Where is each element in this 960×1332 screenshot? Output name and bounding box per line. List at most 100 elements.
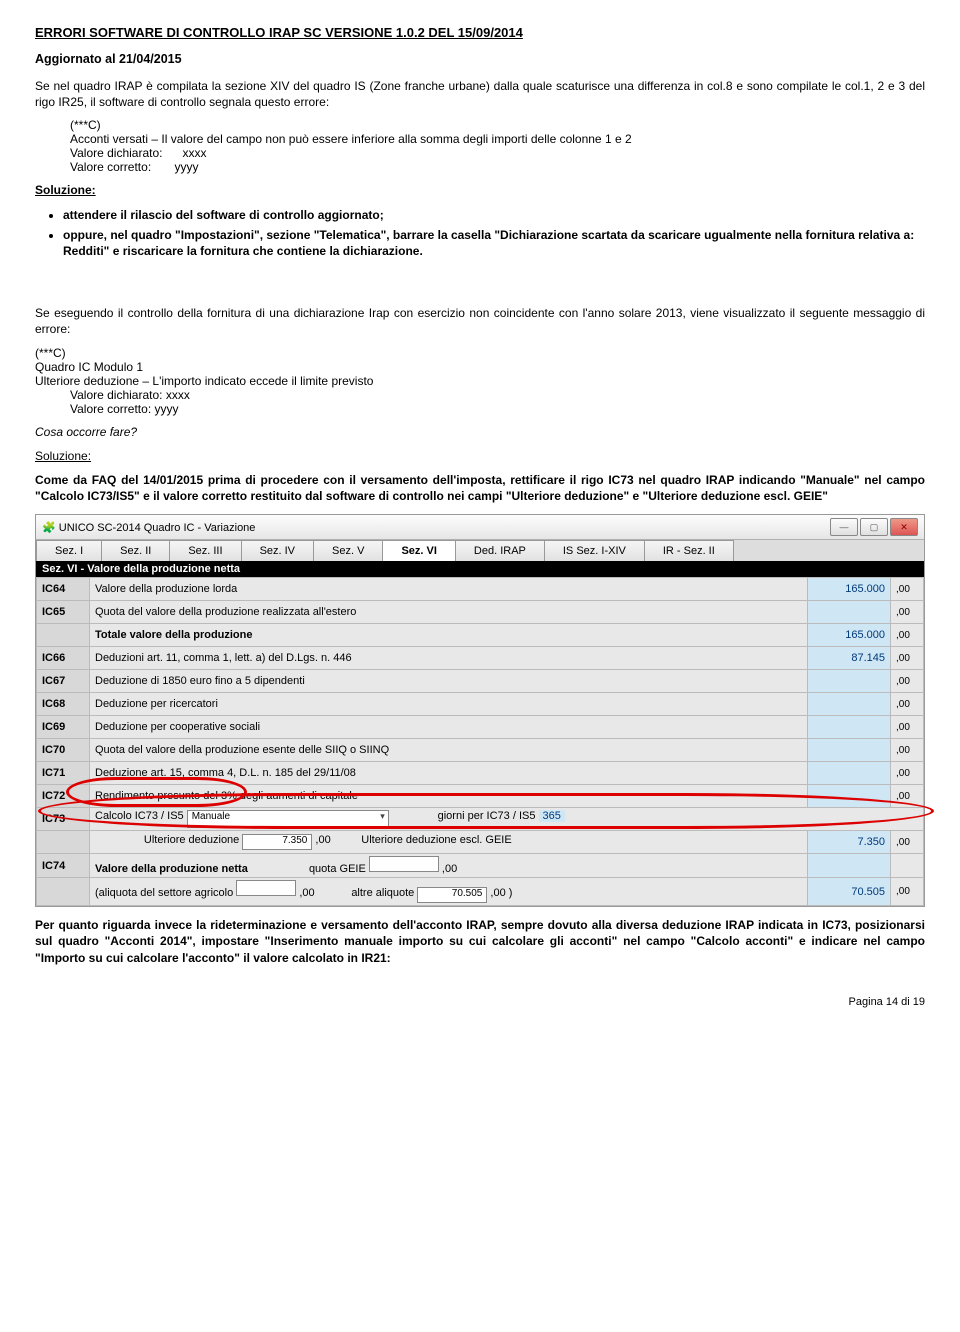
empty: [808, 854, 891, 878]
tab-bar: Sez. ISez. IISez. IIISez. IVSez. VSez. V…: [36, 540, 924, 561]
error-block-1: (***C) Acconti versati – Il valore del c…: [70, 118, 925, 174]
row-value[interactable]: [808, 601, 891, 624]
row-dec: ,00: [891, 601, 924, 624]
ic73-calc-row: Calcolo IC73 / IS5 Manuale giorni per IC…: [90, 808, 924, 831]
error-line: Ulteriore deduzione – L'importo indicato…: [35, 374, 925, 388]
soluzione-list-1: attendere il rilascio del software di co…: [63, 207, 925, 260]
error-line: Quadro IC Modulo 1: [35, 360, 925, 374]
table-row: IC65Quota del valore della produzione re…: [37, 601, 924, 624]
table-row: IC71Deduzione art. 15, comma 4, D.L. n. …: [37, 762, 924, 785]
giorni-label: giorni per IC73 / IS5: [438, 810, 536, 822]
row-value[interactable]: 165.000: [808, 624, 891, 647]
ult-ded-input[interactable]: 7.350: [242, 834, 312, 850]
cosa-occorre-fare: Cosa occorre fare?: [35, 424, 925, 440]
altre-aliq-input[interactable]: 70.505: [417, 887, 487, 903]
valore-dichiarato-value: xxxx: [183, 146, 207, 160]
row-label: Deduzione per ricercatori: [90, 693, 808, 716]
error-block-2: (***C) Quadro IC Modulo 1 Ulteriore dedu…: [35, 346, 925, 416]
final-paragraph: Per quanto riguarda invece la ridetermin…: [35, 917, 925, 966]
valore-corretto-value: yyyy: [175, 160, 199, 174]
giorni-value[interactable]: 365: [539, 810, 565, 822]
row-label: Deduzione per cooperative sociali: [90, 716, 808, 739]
altre-aliq-label: altre aliquote: [351, 887, 414, 899]
tab-ir-sezii[interactable]: IR - Sez. II: [644, 540, 734, 561]
ic74-label: Valore della produzione netta quota GEIE…: [90, 854, 808, 878]
dec: ,00: [891, 831, 924, 854]
close-button[interactable]: ✕: [890, 518, 918, 536]
ult-ded-escl-label: Ulteriore deduzione escl. GEIE: [361, 834, 511, 846]
final-value[interactable]: 70.505: [808, 878, 891, 906]
minimize-button[interactable]: —: [830, 518, 858, 536]
row-value[interactable]: 87.145: [808, 647, 891, 670]
maximize-button[interactable]: ▢: [860, 518, 888, 536]
error-tag: (***C): [70, 118, 925, 132]
table-row: IC64Valore della produzione lorda165.000…: [37, 578, 924, 601]
empty: [37, 831, 90, 854]
section-header: Sez. VI - Valore della produzione netta: [36, 561, 924, 577]
app-window: 🧩 UNICO SC-2014 Quadro IC - Variazione —…: [35, 514, 925, 907]
table-row-ic73b: Ulteriore deduzione 7.350 ,00 Ulteriore …: [37, 831, 924, 854]
row-code: IC67: [37, 670, 90, 693]
empty: [891, 854, 924, 878]
row-value[interactable]: [808, 716, 891, 739]
quota-geie-label: quota GEIE: [309, 863, 366, 875]
valore-corretto: Valore corretto: yyyy: [70, 402, 925, 416]
aliq-agr-input[interactable]: [236, 880, 296, 896]
tab-dedirap[interactable]: Ded. IRAP: [455, 540, 545, 561]
data-grid: IC64Valore della produzione lorda165.000…: [36, 577, 924, 906]
row-dec: ,00: [891, 693, 924, 716]
table-row-ic73a: IC73Calcolo IC73 / IS5 Manuale giorni pe…: [37, 808, 924, 831]
quota-geie-input[interactable]: [369, 856, 439, 872]
calc-select[interactable]: Manuale: [187, 810, 389, 828]
valore-corretto-label: Valore corretto:: [70, 160, 151, 174]
soluzione-heading-1: Soluzione:: [35, 182, 925, 198]
row-value[interactable]: [808, 670, 891, 693]
row-value[interactable]: [808, 762, 891, 785]
calc-label: Calcolo IC73 / IS5: [95, 810, 184, 822]
row-code: [37, 624, 90, 647]
row-dec: ,00: [891, 624, 924, 647]
row-value[interactable]: [808, 693, 891, 716]
intro-paragraph-2: Se eseguendo il controllo della fornitur…: [35, 305, 925, 337]
row-code: IC74: [37, 854, 90, 878]
window-title: UNICO SC-2014 Quadro IC - Variazione: [59, 522, 256, 534]
intro-paragraph-1: Se nel quadro IRAP è compilata la sezion…: [35, 78, 925, 110]
document-title: ERRORI SOFTWARE DI CONTROLLO IRAP SC VER…: [35, 25, 925, 40]
row-label: Totale valore della produzione: [90, 624, 808, 647]
ic74-aliq-row: (aliquota del settore agricolo ,00 altre…: [90, 878, 808, 906]
table-row: IC72Rendimento presunto del 3% degli aum…: [37, 785, 924, 808]
tab-sezv[interactable]: Sez. V: [313, 540, 383, 561]
aliq-agr-label: (aliquota del settore agricolo: [95, 887, 233, 899]
row-value[interactable]: [808, 785, 891, 808]
ult-ded-escl-value[interactable]: 7.350: [808, 831, 891, 854]
tab-sezi[interactable]: Sez. I: [36, 540, 102, 561]
row-dec: ,00: [891, 785, 924, 808]
page-footer: Pagina 14 di 19: [35, 996, 925, 1008]
table-row: IC68Deduzione per ricercatori,00: [37, 693, 924, 716]
row-value[interactable]: [808, 739, 891, 762]
soluzione-heading-2: Soluzione:: [35, 448, 925, 464]
row-value[interactable]: 165.000: [808, 578, 891, 601]
ult-ded-label: Ulteriore deduzione: [144, 834, 239, 846]
tab-sezvi[interactable]: Sez. VI: [382, 540, 455, 561]
valore-dichiarato-label: Valore dichiarato:: [70, 146, 163, 160]
row-label: Deduzioni art. 11, comma 1, lett. a) del…: [90, 647, 808, 670]
row-code: IC73: [37, 808, 90, 831]
table-row: IC66Deduzioni art. 11, comma 1, lett. a)…: [37, 647, 924, 670]
tab-seziii[interactable]: Sez. III: [169, 540, 241, 561]
dec: ,00: [312, 834, 330, 846]
row-label: Deduzione art. 15, comma 4, D.L. n. 185 …: [90, 762, 808, 785]
error-line: Acconti versati – Il valore del campo no…: [70, 132, 925, 146]
table-row: Totale valore della produzione165.000,00: [37, 624, 924, 647]
tab-issezi-xiv[interactable]: IS Sez. I-XIV: [544, 540, 645, 561]
row-code: IC65: [37, 601, 90, 624]
table-row: IC69Deduzione per cooperative sociali,00: [37, 716, 924, 739]
tab-seziv[interactable]: Sez. IV: [241, 540, 314, 561]
row-dec: ,00: [891, 578, 924, 601]
row-label: Quota del valore della produzione esente…: [90, 739, 808, 762]
row-code: IC71: [37, 762, 90, 785]
table-row: IC70Quota del valore della produzione es…: [37, 739, 924, 762]
error-tag: (***C): [35, 346, 925, 360]
tab-sezii[interactable]: Sez. II: [101, 540, 170, 561]
dec: ,00 ): [487, 887, 512, 899]
